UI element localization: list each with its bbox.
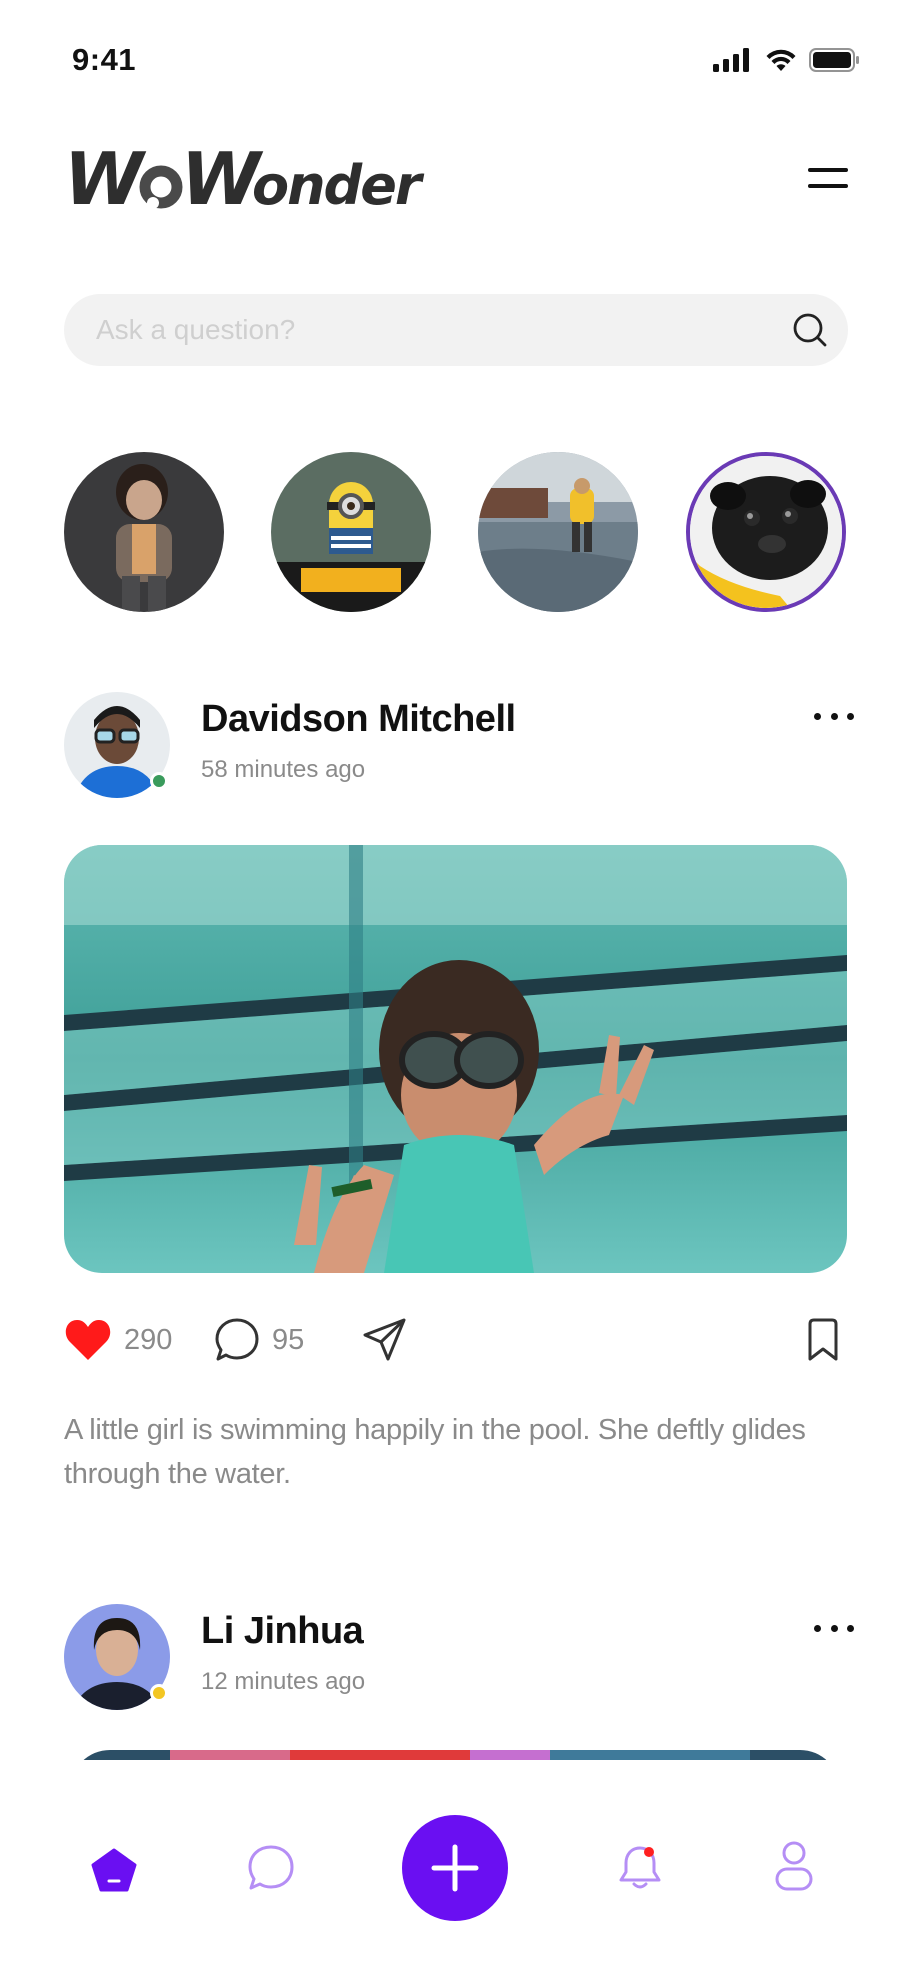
story-avatar[interactable] [686,452,846,612]
post-image[interactable] [64,845,847,1273]
like-button[interactable]: 290 [64,1310,172,1370]
story-avatar[interactable] [478,452,638,612]
wowonder-logo: W W onder [64,140,427,220]
add-icon [431,1844,479,1892]
search-input[interactable] [96,294,756,366]
post-time: 58 minutes ago [201,756,366,783]
search-icon[interactable] [792,312,828,348]
chat-icon[interactable] [247,1844,295,1892]
online-status-dot [150,772,168,790]
bookmark-icon [808,1318,838,1361]
menu-button[interactable] [808,168,852,198]
post-caption: A little girl is swimming happily in the… [64,1414,806,1490]
comment-icon [215,1318,259,1361]
story-avatar[interactable] [64,452,224,612]
home-icon[interactable] [91,1848,137,1892]
wifi-icon [766,49,796,71]
stories-row [64,452,848,612]
status-bar: 9:41 [0,0,911,120]
save-button[interactable] [806,1318,840,1367]
app-header: W W onder [64,140,854,230]
share-button[interactable] [362,1310,408,1370]
notifications-icon[interactable] [618,1844,662,1892]
comment-button[interactable]: 95 [214,1310,304,1370]
post-header: Davidson Mitchell 58 minutes ago [64,692,854,802]
comment-count: 95 [272,1323,305,1356]
battery-icon [809,48,859,72]
story-avatar[interactable] [271,452,431,612]
post-header: Li Jinhua 12 minutes ago [64,1604,854,1714]
status-icons [713,48,861,72]
bottom-navigation [0,1760,911,1973]
post-time: 12 minutes ago [201,1668,366,1695]
search-bar [64,294,848,366]
heart-icon [65,1320,111,1360]
author-name[interactable]: Davidson Mitchell [201,698,516,741]
author-name[interactable]: Li Jinhua [201,1610,364,1653]
online-status-dot [150,1684,168,1702]
status-time: 9:41 [72,42,137,77]
svg-text:onder: onder [252,154,425,217]
send-icon [363,1318,406,1361]
signal-icon [713,48,749,72]
add-post-button[interactable] [402,1815,508,1921]
profile-icon[interactable] [774,1840,814,1892]
more-options-button[interactable] [814,1618,854,1638]
svg-text:W: W [64,140,147,220]
like-count: 290 [124,1323,173,1356]
post-actions: 290 95 [64,1310,848,1370]
more-options-button[interactable] [814,706,854,726]
